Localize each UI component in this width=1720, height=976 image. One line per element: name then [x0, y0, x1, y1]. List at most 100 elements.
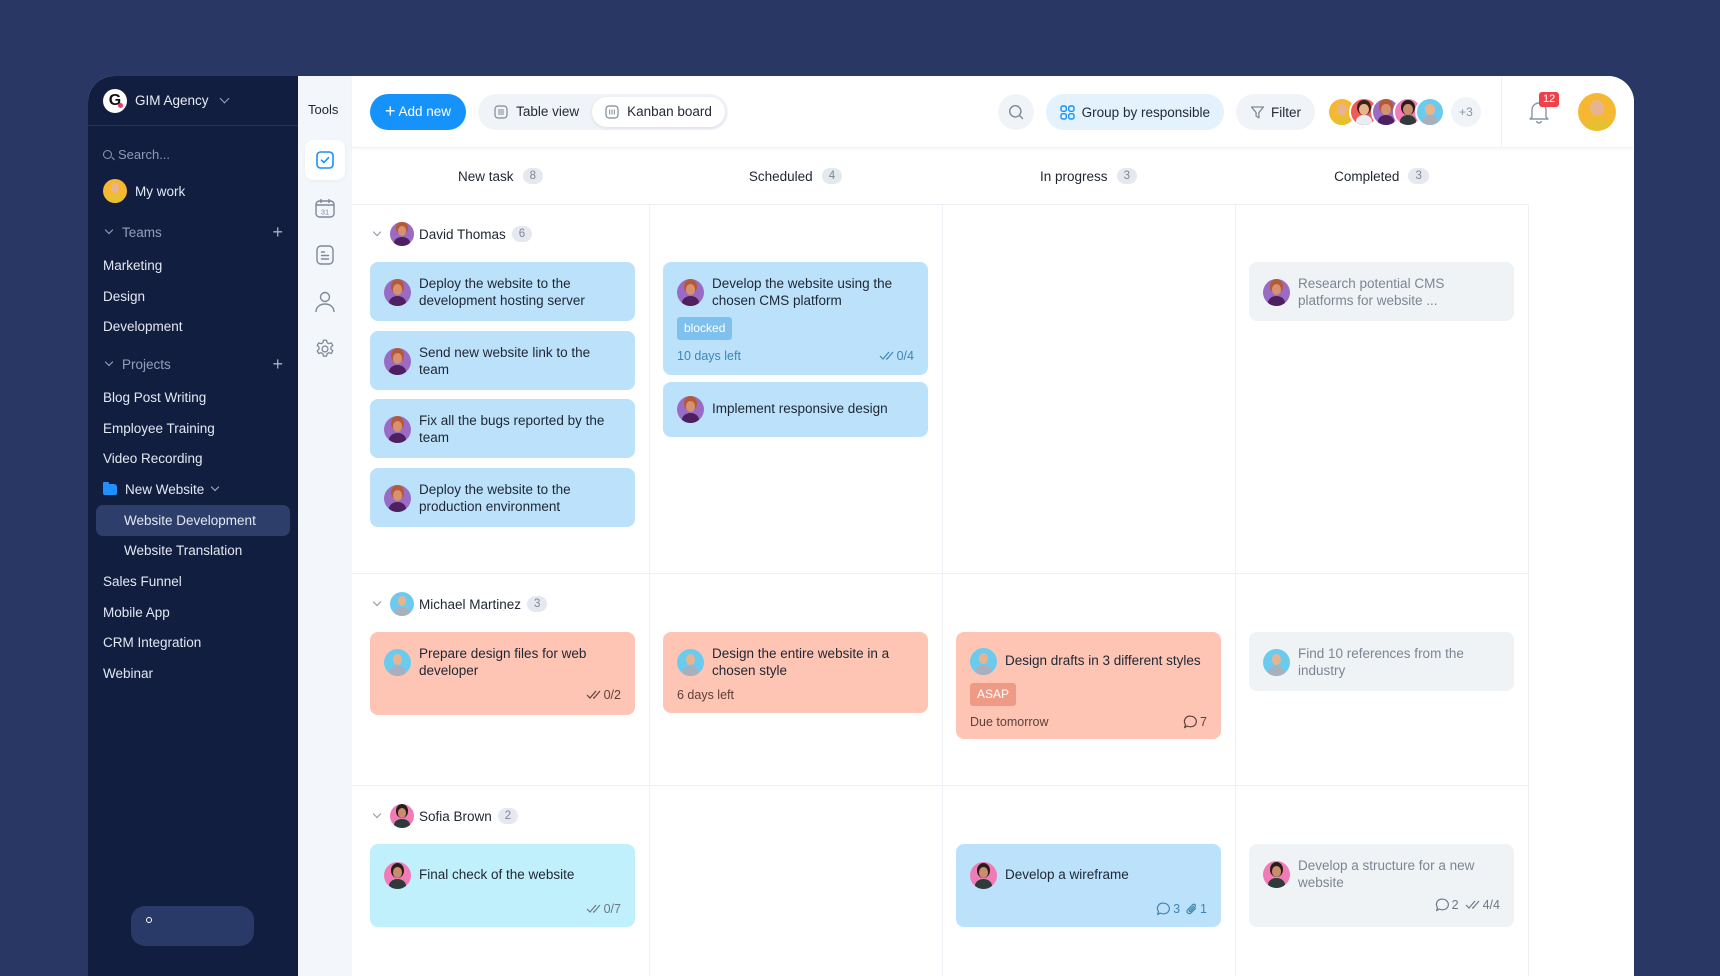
team-label: Development	[103, 319, 183, 335]
task-title: Deploy the website to the production env…	[419, 482, 571, 514]
column-header-in-progress[interactable]: In progress 3	[942, 148, 1235, 204]
tool-tasks[interactable]	[305, 140, 345, 180]
task-card[interactable]: Prepare design files for web developer 0…	[370, 632, 635, 715]
filter-button[interactable]: Filter	[1236, 94, 1315, 130]
plus-icon: +	[385, 101, 396, 121]
divider	[649, 204, 650, 976]
priority-tag: ASAP	[970, 683, 1017, 706]
invite-button[interactable]	[131, 906, 254, 946]
group-header-sofia-brown[interactable]: Sofia Brown 2	[370, 804, 519, 828]
task-title: Design drafts in 3 different styles	[1005, 653, 1201, 669]
column-title: New task	[458, 168, 514, 184]
search-button[interactable]	[997, 94, 1034, 130]
sidebar-item-project-folder[interactable]: New Website	[88, 474, 298, 505]
calendar-icon: 31	[315, 199, 335, 218]
column-header-scheduled[interactable]: Scheduled 4	[649, 148, 942, 204]
projects-label: Projects	[122, 356, 171, 372]
comment-count: 7	[1200, 714, 1207, 729]
group-header-michael-martinez[interactable]: Michael Martinez 3	[370, 592, 548, 616]
sidebar-search[interactable]: Search...	[88, 126, 298, 166]
table-view-tab[interactable]: Table view	[481, 97, 592, 127]
settings-icon	[316, 339, 334, 357]
sidebar-item-project-active[interactable]: Website Development	[96, 504, 290, 536]
divider	[942, 204, 943, 976]
group-count: 6	[511, 226, 533, 242]
user-icon	[146, 917, 152, 923]
task-card[interactable]: Send new website link to the team	[370, 331, 635, 390]
sidebar-item-team[interactable]: Marketing	[88, 250, 298, 281]
checklist-count: 0/4	[896, 348, 914, 363]
sidebar-item-project[interactable]: Blog Post Writing	[88, 382, 298, 413]
task-title: Deploy the website to the development ho…	[419, 276, 585, 308]
task-card[interactable]: Implement responsive design	[663, 382, 928, 437]
sidebar-item-project[interactable]: CRM Integration	[88, 628, 298, 659]
add-team-icon[interactable]: +	[272, 222, 283, 243]
sidebar-item-project[interactable]: Website Translation	[88, 536, 298, 567]
avatar	[384, 862, 411, 889]
tool-calendar[interactable]: 31	[305, 188, 345, 228]
tool-people[interactable]	[305, 282, 345, 322]
task-card[interactable]: Deploy the website to the development ho…	[370, 262, 635, 321]
project-label: Mobile App	[103, 604, 170, 620]
tool-notes[interactable]	[305, 235, 345, 275]
tool-settings[interactable]	[305, 329, 345, 369]
sidebar-item-project[interactable]: Video Recording	[88, 443, 298, 474]
group-header-david-thomas[interactable]: David Thomas 6	[370, 222, 533, 246]
avatar	[384, 485, 411, 512]
checklist-count: 4/4	[1482, 898, 1500, 912]
column-header-completed[interactable]: Completed 3	[1235, 148, 1528, 204]
task-card[interactable]: Fix all the bugs reported by the team	[370, 399, 635, 458]
avatar	[677, 279, 704, 306]
sidebar-item-team[interactable]: Design	[88, 281, 298, 312]
due-label: 10 days left	[677, 348, 741, 363]
sidebar-item-my-work[interactable]: My work	[88, 172, 298, 210]
attachment-count: 1	[1200, 902, 1207, 916]
group-by-button[interactable]: Group by responsible	[1045, 94, 1224, 130]
search-icon	[103, 149, 112, 159]
user-avatar[interactable]	[1578, 93, 1616, 131]
task-title: Send new website link to the team	[419, 345, 591, 377]
task-card-completed[interactable]: Find 10 references from the industry	[1249, 632, 1514, 691]
avatar	[677, 649, 704, 676]
sidebar-item-project[interactable]: Employee Training	[88, 413, 298, 444]
task-card[interactable]: Final check of the website 0/7	[370, 844, 635, 927]
comment-count: 2	[1451, 898, 1459, 912]
task-card-completed[interactable]: Research potential CMS platforms for web…	[1249, 262, 1514, 321]
task-card[interactable]: Develop a wireframe 3 1	[956, 844, 1221, 927]
column-header-new-task[interactable]: New task 8	[352, 148, 649, 204]
task-card-completed[interactable]: Develop a structure for a new website 2 …	[1249, 844, 1514, 927]
add-new-button[interactable]: + Add new	[370, 93, 467, 130]
workspace-switcher[interactable]: G GIM Agency	[88, 76, 298, 126]
task-card[interactable]: Develop the website using the chosen CMS…	[663, 262, 928, 375]
task-title: Design the entire website in a chosen st…	[712, 646, 890, 678]
checklist-icon	[586, 690, 601, 700]
member-avatars[interactable]	[1327, 97, 1445, 127]
task-card[interactable]: Design drafts in 3 different styles ASAP…	[956, 632, 1221, 739]
sidebar-item-team[interactable]: Development	[88, 311, 298, 342]
chevron-down-icon	[104, 225, 114, 235]
task-card[interactable]: Deploy the website to the production env…	[370, 468, 635, 527]
add-new-label: Add new	[398, 104, 452, 119]
divider	[352, 785, 1529, 786]
project-label: Video Recording	[103, 451, 203, 467]
sidebar-item-project[interactable]: Mobile App	[88, 597, 298, 628]
chevron-down-icon	[104, 357, 114, 367]
column-count: 4	[821, 168, 843, 184]
board-column-headers: New task 8 Scheduled 4 In progress 3 Comple…	[352, 148, 1634, 204]
task-card[interactable]: Design the entire website in a chosen st…	[663, 632, 928, 713]
table-view-label: Table view	[516, 104, 580, 119]
notifications-button[interactable]: 12	[1528, 92, 1560, 124]
kanban-board-tab[interactable]: Kanban board	[592, 96, 725, 127]
more-members-button[interactable]: +3	[1451, 97, 1481, 127]
projects-section-header[interactable]: Projects +	[88, 346, 298, 382]
sidebar-item-project[interactable]: Webinar	[88, 658, 298, 689]
group-by-label: Group by responsible	[1081, 104, 1210, 120]
avatar	[1263, 649, 1290, 676]
sidebar-item-project[interactable]: Sales Funnel	[88, 566, 298, 597]
teams-section-header[interactable]: Teams +	[88, 214, 298, 250]
group-count: 3	[527, 596, 548, 612]
project-label: CRM Integration	[103, 635, 202, 651]
avatar	[390, 592, 414, 616]
column-count: 8	[522, 168, 543, 184]
add-project-icon[interactable]: +	[272, 354, 283, 375]
